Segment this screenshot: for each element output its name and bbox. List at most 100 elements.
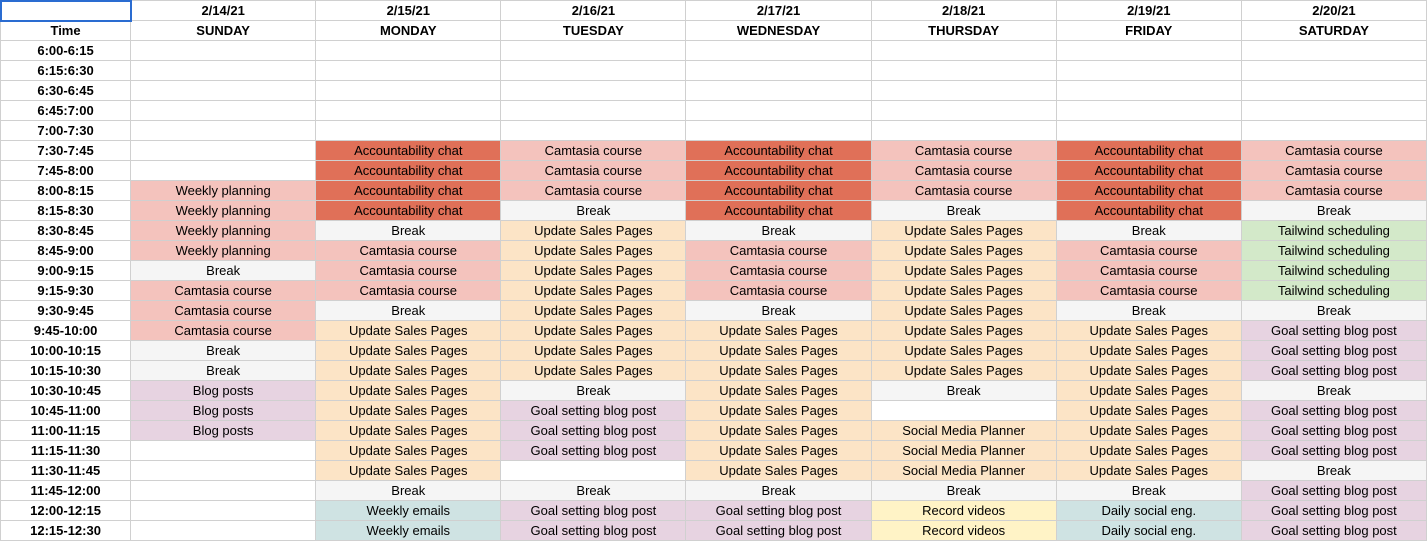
schedule-cell[interactable]: Update Sales Pages xyxy=(1056,421,1241,441)
schedule-cell[interactable] xyxy=(501,41,686,61)
schedule-cell[interactable] xyxy=(131,101,316,121)
schedule-cell[interactable]: Accountability chat xyxy=(686,201,871,221)
schedule-cell[interactable]: Break xyxy=(686,481,871,501)
date-header[interactable]: 2/20/21 xyxy=(1241,1,1426,21)
schedule-cell[interactable] xyxy=(1241,81,1426,101)
schedule-cell[interactable]: Update Sales Pages xyxy=(316,321,501,341)
schedule-cell[interactable]: Social Media Planner xyxy=(871,441,1056,461)
schedule-cell[interactable]: Camtasia course xyxy=(1241,161,1426,181)
schedule-cell[interactable] xyxy=(131,481,316,501)
schedule-cell[interactable]: Accountability chat xyxy=(316,181,501,201)
schedule-cell[interactable]: Camtasia course xyxy=(686,241,871,261)
schedule-cell[interactable] xyxy=(131,41,316,61)
schedule-cell[interactable]: Goal setting blog post xyxy=(501,501,686,521)
date-header[interactable]: 2/18/21 xyxy=(871,1,1056,21)
schedule-cell[interactable] xyxy=(316,41,501,61)
time-slot-label[interactable]: 7:00-7:30 xyxy=(1,121,131,141)
schedule-cell[interactable] xyxy=(501,121,686,141)
schedule-cell[interactable] xyxy=(501,101,686,121)
schedule-cell[interactable]: Update Sales Pages xyxy=(316,421,501,441)
schedule-cell[interactable]: Camtasia course xyxy=(686,261,871,281)
schedule-cell[interactable] xyxy=(871,81,1056,101)
schedule-cell[interactable] xyxy=(686,41,871,61)
schedule-cell[interactable]: Break xyxy=(871,381,1056,401)
time-slot-label[interactable]: 10:00-10:15 xyxy=(1,341,131,361)
schedule-cell[interactable]: Goal setting blog post xyxy=(1241,501,1426,521)
schedule-cell[interactable]: Break xyxy=(686,221,871,241)
schedule-cell[interactable]: Tailwind scheduling xyxy=(1241,281,1426,301)
day-header[interactable]: MONDAY xyxy=(316,21,501,41)
schedule-cell[interactable]: Camtasia course xyxy=(1056,281,1241,301)
schedule-cell[interactable]: Update Sales Pages xyxy=(316,361,501,381)
time-slot-label[interactable]: 6:00-6:15 xyxy=(1,41,131,61)
schedule-cell[interactable]: Update Sales Pages xyxy=(686,321,871,341)
day-header[interactable]: TUESDAY xyxy=(501,21,686,41)
day-header[interactable]: WEDNESDAY xyxy=(686,21,871,41)
schedule-cell[interactable]: Update Sales Pages xyxy=(871,361,1056,381)
schedule-cell[interactable]: Update Sales Pages xyxy=(501,301,686,321)
schedule-cell[interactable]: Camtasia course xyxy=(1056,261,1241,281)
time-slot-label[interactable]: 9:15-9:30 xyxy=(1,281,131,301)
time-slot-label[interactable]: 6:15:6:30 xyxy=(1,61,131,81)
schedule-cell[interactable] xyxy=(316,81,501,101)
schedule-cell[interactable]: Weekly emails xyxy=(316,521,501,541)
schedule-cell[interactable]: Accountability chat xyxy=(316,201,501,221)
day-header[interactable]: SATURDAY xyxy=(1241,21,1426,41)
schedule-cell[interactable]: Camtasia course xyxy=(871,141,1056,161)
schedule-cell[interactable]: Break xyxy=(316,481,501,501)
date-header[interactable]: 2/14/21 xyxy=(131,1,316,21)
schedule-cell[interactable]: Weekly emails xyxy=(316,501,501,521)
schedule-cell[interactable]: Update Sales Pages xyxy=(316,441,501,461)
schedule-cell[interactable]: Camtasia course xyxy=(1056,241,1241,261)
schedule-cell[interactable]: Break xyxy=(1056,481,1241,501)
schedule-cell[interactable] xyxy=(871,101,1056,121)
schedule-cell[interactable]: Camtasia course xyxy=(501,161,686,181)
schedule-cell[interactable]: Blog posts xyxy=(131,381,316,401)
schedule-cell[interactable]: Break xyxy=(1241,461,1426,481)
schedule-cell[interactable]: Break xyxy=(871,481,1056,501)
schedule-cell[interactable]: Weekly planning xyxy=(131,241,316,261)
schedule-cell[interactable]: Blog posts xyxy=(131,401,316,421)
schedule-cell[interactable] xyxy=(871,401,1056,421)
schedule-cell[interactable]: Camtasia course xyxy=(316,281,501,301)
schedule-cell[interactable]: Break xyxy=(131,261,316,281)
schedule-cell[interactable]: Camtasia course xyxy=(871,181,1056,201)
schedule-cell[interactable]: Update Sales Pages xyxy=(501,221,686,241)
schedule-cell[interactable] xyxy=(1056,81,1241,101)
time-slot-label[interactable]: 7:30-7:45 xyxy=(1,141,131,161)
schedule-cell[interactable] xyxy=(1056,41,1241,61)
schedule-cell[interactable]: Camtasia course xyxy=(1241,141,1426,161)
time-slot-label[interactable]: 7:45-8:00 xyxy=(1,161,131,181)
time-slot-label[interactable]: 12:00-12:15 xyxy=(1,501,131,521)
time-slot-label[interactable]: 9:00-9:15 xyxy=(1,261,131,281)
schedule-cell[interactable]: Record videos xyxy=(871,501,1056,521)
schedule-cell[interactable]: Goal setting blog post xyxy=(501,521,686,541)
schedule-cell[interactable] xyxy=(1056,121,1241,141)
time-slot-label[interactable]: 11:00-11:15 xyxy=(1,421,131,441)
schedule-cell[interactable] xyxy=(316,121,501,141)
schedule-cell[interactable] xyxy=(686,121,871,141)
time-slot-label[interactable]: 8:45-9:00 xyxy=(1,241,131,261)
schedule-cell[interactable]: Update Sales Pages xyxy=(316,381,501,401)
schedule-cell[interactable]: Break xyxy=(501,381,686,401)
schedule-cell[interactable]: Weekly planning xyxy=(131,221,316,241)
schedule-cell[interactable]: Update Sales Pages xyxy=(871,321,1056,341)
schedule-cell[interactable]: Break xyxy=(1241,301,1426,321)
time-slot-label[interactable]: 8:30-8:45 xyxy=(1,221,131,241)
schedule-cell[interactable]: Accountability chat xyxy=(1056,141,1241,161)
schedule-cell[interactable]: Update Sales Pages xyxy=(871,301,1056,321)
schedule-cell[interactable]: Break xyxy=(131,361,316,381)
schedule-cell[interactable]: Accountability chat xyxy=(686,181,871,201)
schedule-cell[interactable]: Update Sales Pages xyxy=(1056,441,1241,461)
time-slot-label[interactable]: 11:45-12:00 xyxy=(1,481,131,501)
schedule-cell[interactable] xyxy=(131,141,316,161)
time-slot-label[interactable]: 11:30-11:45 xyxy=(1,461,131,481)
schedule-cell[interactable] xyxy=(1241,41,1426,61)
schedule-cell[interactable]: Update Sales Pages xyxy=(686,401,871,421)
schedule-cell[interactable]: Break xyxy=(1241,201,1426,221)
schedule-cell[interactable]: Tailwind scheduling xyxy=(1241,241,1426,261)
schedule-cell[interactable]: Record videos xyxy=(871,521,1056,541)
schedule-cell[interactable]: Update Sales Pages xyxy=(501,321,686,341)
schedule-cell[interactable]: Goal setting blog post xyxy=(501,401,686,421)
schedule-cell[interactable]: Camtasia course xyxy=(501,181,686,201)
